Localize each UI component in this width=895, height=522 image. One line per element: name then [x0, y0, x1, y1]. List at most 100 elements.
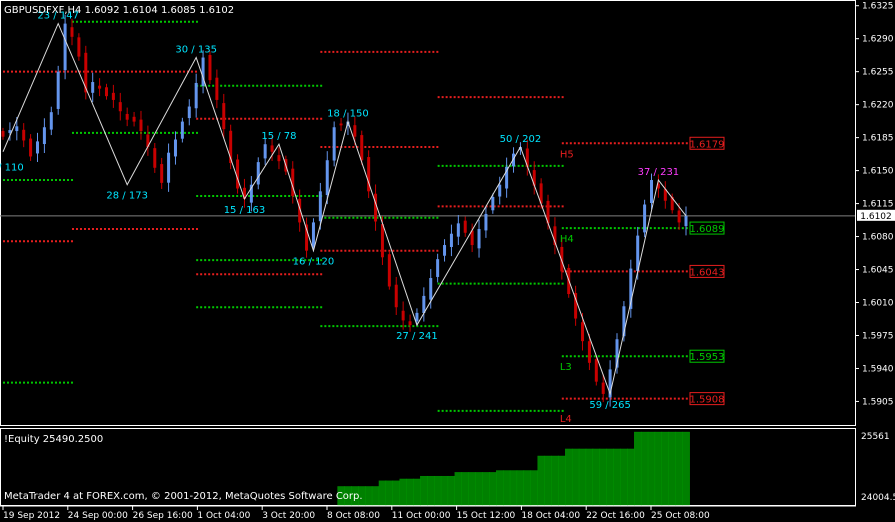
equity-bar — [620, 448, 628, 506]
y-tick-label: 1.6290 — [862, 35, 894, 45]
candle-body — [222, 103, 226, 130]
y-tick-label: 1.6150 — [862, 167, 894, 177]
candle-body — [29, 138, 33, 157]
candle-body — [236, 159, 240, 189]
level-tag: H5 — [560, 149, 574, 160]
candle-body — [42, 127, 46, 145]
candle-body — [77, 37, 81, 57]
equity-bar — [420, 475, 428, 506]
candle-body — [332, 127, 336, 161]
candle-body — [581, 322, 585, 342]
equity-bar — [440, 475, 449, 506]
x-tick-label: 26 Sep 16:00 — [133, 511, 193, 521]
candle-body — [408, 321, 412, 326]
level-price-label: 1.6089 — [690, 224, 725, 235]
chart-title: GBPUSDFXF,H4 1.6092 1.6104 1.6085 1.6102 — [4, 5, 234, 16]
candle-body — [22, 129, 26, 141]
candle-body — [187, 106, 191, 119]
equity-bar — [565, 448, 573, 506]
y-tick-label: 1.5975 — [862, 331, 894, 341]
equity-bar — [489, 472, 497, 506]
candle-body — [491, 196, 495, 211]
swing-label: 37 / 231 — [638, 167, 680, 178]
equity-bar — [482, 472, 490, 506]
candle-body — [339, 123, 343, 126]
y-tick-label: 1.6220 — [862, 101, 894, 111]
equity-bar — [454, 472, 463, 506]
candle-body — [456, 223, 460, 237]
swing-label: 15 / 78 — [261, 131, 296, 142]
candle-body — [1, 131, 5, 137]
equity-bar — [661, 431, 670, 506]
equity-bar — [571, 448, 580, 506]
candle-body — [380, 224, 384, 258]
equity-bar — [668, 431, 677, 506]
equity-bar — [558, 455, 566, 506]
candle-body — [63, 23, 67, 71]
candle-body — [160, 164, 164, 183]
y-tick-label: 1.6010 — [862, 299, 894, 309]
candle-body — [325, 160, 329, 196]
indicator-label: !Equity 25490.2500 — [4, 434, 103, 445]
candle-body — [429, 278, 433, 300]
candle-body — [401, 310, 405, 321]
current-price-label: 1.6102 — [860, 212, 892, 222]
equity-bar — [523, 470, 532, 506]
y-tick-label: 1.6325 — [862, 2, 894, 12]
price-axis: 1.6325 1.6290 1.6255 1.6220 1.6185 1.6150 1.61… — [856, 2, 894, 407]
x-tick-label: 22 Oct 16:00 — [586, 511, 645, 521]
level-price-label: 1.5953 — [690, 352, 725, 363]
candle-body — [118, 102, 122, 112]
candle-body — [91, 82, 95, 93]
equity-bar — [371, 486, 380, 506]
candle-body — [35, 141, 39, 154]
candle-body — [132, 116, 136, 122]
y-tick-label: 1.6185 — [862, 134, 894, 144]
y-tick-label: 1.6115 — [862, 200, 894, 210]
candle-body — [15, 126, 19, 132]
candle-body — [477, 229, 481, 249]
candlesticks — [1, 14, 688, 407]
equity-bar — [537, 455, 545, 506]
candle-body — [643, 204, 647, 233]
equity-bar — [654, 431, 663, 506]
candle-body — [415, 312, 419, 322]
x-tick-label: 19 Sep 2012 — [3, 511, 60, 521]
candle-body — [311, 222, 315, 248]
candle-body — [125, 113, 129, 120]
equity-bar — [399, 478, 407, 506]
level-tag: H4 — [560, 234, 574, 245]
equity-bar — [461, 472, 470, 506]
time-axis: 19 Sep 2012 24 Sep 00:00 26 Sep 16:00 1 Oct… — [2, 506, 710, 521]
chart-canvas[interactable]: 1.6179 1.6089 1.6043 1.5953 1.5908 37 / 110 2… — [0, 0, 895, 522]
swing-label: 59 / 265 — [589, 400, 631, 411]
equity-bars — [337, 431, 690, 506]
equity-bar — [427, 475, 435, 506]
candle-body — [167, 152, 171, 183]
candle-body — [360, 135, 364, 161]
y-tick-label: 1.5940 — [862, 364, 894, 374]
x-tick-label: 25 Oct 08:00 — [651, 511, 710, 521]
indicator-axis-top: 25561 — [861, 432, 890, 442]
equity-bar — [378, 480, 387, 506]
equity-bar — [496, 470, 504, 506]
candle-body — [498, 184, 502, 197]
candle-body — [650, 180, 654, 203]
level-price-label: 1.6179 — [690, 139, 725, 150]
indicator-axis-bottom: 24004.5 — [861, 493, 895, 503]
swing-label: 50 / 202 — [500, 134, 542, 145]
candle-body — [318, 191, 322, 222]
candle-body — [387, 254, 391, 287]
equity-bar — [516, 470, 525, 506]
candle-body — [394, 284, 398, 308]
x-tick-label: 11 Oct 00:00 — [392, 511, 451, 521]
swing-label: 28 / 173 — [106, 191, 148, 202]
candle-body — [263, 144, 267, 159]
candle-body — [463, 220, 467, 233]
equity-bar — [634, 431, 642, 506]
swing-label: 27 / 241 — [396, 331, 438, 342]
candle-body — [194, 82, 198, 109]
equity-bar — [551, 455, 559, 506]
level-tag: L4 — [560, 414, 572, 425]
candle-body — [256, 162, 260, 185]
